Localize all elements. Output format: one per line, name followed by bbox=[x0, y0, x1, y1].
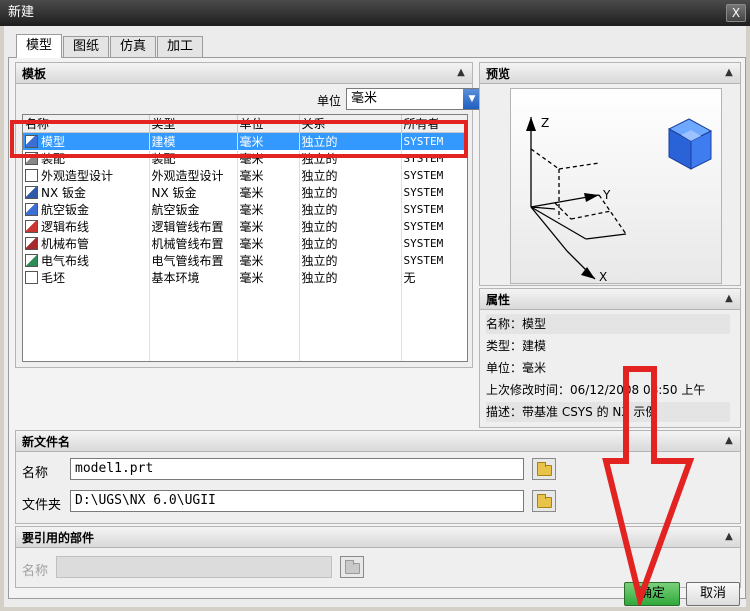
table-row[interactable]: 毛坯 基本环境 毫米 独立的 无 bbox=[23, 269, 467, 286]
row-unit: 毫米 bbox=[237, 218, 300, 235]
mechanical-routing-file-icon bbox=[25, 237, 38, 250]
row-relation: 独立的 bbox=[299, 235, 402, 252]
properties-title: 属性 bbox=[486, 293, 511, 307]
folder-icon bbox=[537, 494, 552, 508]
row-unit: 毫米 bbox=[237, 269, 300, 286]
row-unit: 毫米 bbox=[237, 184, 300, 201]
row-unit: 毫米 bbox=[237, 235, 300, 252]
shape-studio-file-icon bbox=[25, 169, 38, 182]
csys-preview-graphic: Z Y X bbox=[526, 116, 713, 284]
unit-label: 单位 bbox=[316, 94, 341, 108]
tab-bar: 模型 图纸 仿真 加工 bbox=[16, 34, 204, 58]
row-owner: SYSTEM bbox=[401, 167, 467, 184]
browse-referenced-button[interactable] bbox=[340, 556, 364, 578]
blank-file-icon bbox=[25, 271, 38, 284]
row-name: 毛坯 bbox=[41, 271, 66, 285]
row-owner: SYSTEM bbox=[401, 218, 467, 235]
templates-title: 模板 bbox=[22, 67, 47, 81]
browse-name-button[interactable] bbox=[532, 458, 556, 480]
property-name: 名称：模型 bbox=[486, 314, 730, 334]
tab-drawing[interactable]: 图纸 bbox=[63, 36, 110, 58]
row-type: 外观造型设计 bbox=[149, 167, 238, 184]
row-name: 机械布管 bbox=[41, 237, 90, 251]
row-type: 基本环境 bbox=[149, 269, 238, 286]
row-name: NX 钣金 bbox=[41, 186, 87, 200]
templates-header[interactable]: 模板 ▲ bbox=[15, 62, 473, 84]
folder-icon bbox=[537, 462, 552, 476]
name-label: 名称 bbox=[22, 466, 49, 481]
property-type: 类型：建模 bbox=[486, 339, 547, 353]
referenced-name-label: 名称 bbox=[22, 564, 49, 579]
row-relation: 独立的 bbox=[299, 252, 402, 269]
unit-value: 毫米 bbox=[351, 91, 378, 106]
row-unit: 毫米 bbox=[237, 252, 300, 269]
csys-axes bbox=[530, 117, 627, 280]
solid-block-icon bbox=[667, 118, 713, 170]
title-bar: 新建 X bbox=[0, 0, 750, 26]
folder-icon bbox=[345, 560, 360, 574]
row-relation: 独立的 bbox=[299, 167, 402, 184]
row-type: 航空钣金 bbox=[149, 201, 238, 218]
collapse-up-icon[interactable]: ▲ bbox=[454, 66, 468, 80]
close-icon[interactable]: X bbox=[726, 4, 746, 22]
row-owner: SYSTEM bbox=[401, 235, 467, 252]
collapse-up-icon[interactable]: ▲ bbox=[722, 530, 736, 544]
collapse-up-icon[interactable]: ▲ bbox=[722, 66, 736, 80]
row-type: 电气管线布置 bbox=[149, 252, 238, 269]
row-relation: 独立的 bbox=[299, 218, 402, 235]
browse-folder-button[interactable] bbox=[532, 490, 556, 512]
row-owner: SYSTEM bbox=[401, 184, 467, 201]
preview-image: Z Y X bbox=[510, 88, 722, 284]
preview-title: 预览 bbox=[486, 67, 511, 81]
row-unit: 毫米 bbox=[237, 167, 300, 184]
row-name: 电气布线 bbox=[41, 254, 90, 268]
row-name: 外观造型设计 bbox=[41, 169, 114, 183]
annotation-arrow-icon bbox=[602, 366, 695, 605]
row-relation: 独立的 bbox=[299, 184, 402, 201]
row-owner: SYSTEM bbox=[401, 201, 467, 218]
tab-model[interactable]: 模型 bbox=[16, 34, 63, 58]
window-title: 新建 bbox=[8, 5, 35, 20]
row-type: NX 钣金 bbox=[149, 184, 238, 201]
folder-label: 文件夹 bbox=[22, 498, 62, 513]
unit-dropdown[interactable]: 毫米 ▼ bbox=[346, 88, 482, 110]
row-relation: 独立的 bbox=[299, 269, 402, 286]
properties-header[interactable]: 属性 ▲ bbox=[479, 288, 741, 310]
collapse-up-icon[interactable]: ▲ bbox=[722, 434, 736, 448]
highlight-box bbox=[10, 120, 468, 158]
table-row[interactable]: 电气布线 电气管线布置 毫米 独立的 SYSTEM bbox=[23, 252, 467, 269]
folder-input[interactable]: D:\UGS\NX 6.0\UGII bbox=[70, 490, 524, 512]
table-row[interactable]: NX 钣金 NX 钣金 毫米 独立的 SYSTEM bbox=[23, 184, 467, 201]
row-owner: 无 bbox=[401, 269, 467, 286]
sheet-metal-file-icon bbox=[25, 186, 38, 199]
row-unit: 毫米 bbox=[237, 201, 300, 218]
referenced-part-title: 要引用的部件 bbox=[22, 531, 95, 545]
tab-manufacturing[interactable]: 加工 bbox=[157, 36, 204, 58]
row-name: 逻辑布线 bbox=[41, 220, 90, 234]
row-type: 逻辑管线布置 bbox=[149, 218, 238, 235]
electrical-routing-file-icon bbox=[25, 254, 38, 267]
collapse-up-icon[interactable]: ▲ bbox=[722, 292, 736, 306]
z-axis-label: Z bbox=[541, 116, 549, 130]
referenced-name-input[interactable] bbox=[56, 556, 332, 578]
tab-simulation[interactable]: 仿真 bbox=[110, 36, 157, 58]
row-relation: 独立的 bbox=[299, 201, 402, 218]
preview-panel: Z Y X bbox=[479, 84, 741, 286]
table-row[interactable]: 机械布管 机械管线布置 毫米 独立的 SYSTEM bbox=[23, 235, 467, 252]
property-unit: 单位：毫米 bbox=[486, 361, 547, 375]
new-file-title: 新文件名 bbox=[22, 435, 71, 449]
table-row[interactable]: 外观造型设计 外观造型设计 毫米 独立的 SYSTEM bbox=[23, 167, 467, 184]
file-name-input[interactable]: model1.prt bbox=[70, 458, 524, 480]
x-axis-label: X bbox=[599, 270, 607, 283]
row-name: 航空钣金 bbox=[41, 203, 90, 217]
row-type: 机械管线布置 bbox=[149, 235, 238, 252]
preview-header[interactable]: 预览 ▲ bbox=[479, 62, 741, 84]
table-row[interactable]: 逻辑布线 逻辑管线布置 毫米 独立的 SYSTEM bbox=[23, 218, 467, 235]
row-owner: SYSTEM bbox=[401, 252, 467, 269]
aero-sheet-metal-file-icon bbox=[25, 203, 38, 216]
y-axis-label: Y bbox=[602, 188, 611, 202]
table-row[interactable]: 航空钣金 航空钣金 毫米 独立的 SYSTEM bbox=[23, 201, 467, 218]
logical-routing-file-icon bbox=[25, 220, 38, 233]
